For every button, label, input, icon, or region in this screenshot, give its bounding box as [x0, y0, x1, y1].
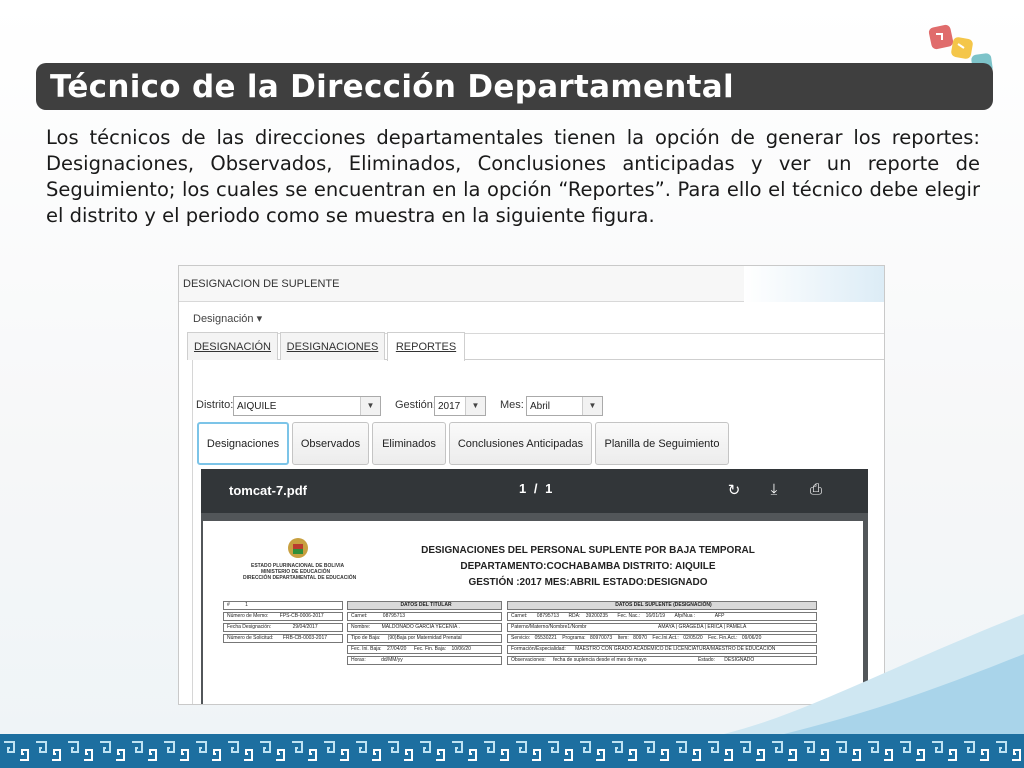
gestion-label: Gestión:: [395, 399, 436, 411]
cell-label: Fec. Nac.:: [617, 613, 641, 619]
cell-label: Fec.Ini.Act.:: [652, 635, 679, 641]
left-row-solicitud: Número de Solicitud: FRB-CB-0003-2017: [223, 634, 343, 643]
bottom-wave-decoration: [724, 614, 1024, 734]
cell-label: Paterno/Materno/Nombre1/Nombr: [511, 624, 587, 630]
cell-label: Estado:: [697, 657, 715, 663]
conclusiones-anticipadas-button[interactable]: Conclusiones Anticipadas: [449, 422, 592, 465]
eliminados-button[interactable]: Eliminados: [372, 422, 446, 465]
titular-row: Nombre: MALDONADO GARCIA YECENIA .: [347, 623, 502, 632]
cell-value: 80970: [633, 635, 648, 641]
pdf-title-2: DEPARTAMENTO:COCHABAMBA DISTRITO: AIQUIL…: [460, 561, 716, 572]
slide-title-bar: Técnico de la Dirección Departamental: [36, 63, 993, 110]
designacion-menu-button[interactable]: Designación ▾: [193, 312, 262, 325]
pattern-icon: [0, 734, 1024, 768]
cell-label: Número de Memo:: [227, 613, 269, 619]
mes-label: Mes:: [500, 399, 524, 411]
pdf-current-page: 1: [519, 481, 527, 496]
tab-reportes[interactable]: REPORTES: [387, 332, 465, 361]
tab-designacion[interactable]: DESIGNACIÓN: [187, 332, 278, 360]
mes-select[interactable]: Abril ▼: [526, 396, 603, 416]
gestion-select[interactable]: 2017 ▼: [434, 396, 486, 416]
cell-value: 08795713: [536, 613, 560, 619]
cell-value: MALDONADO GARCIA YECENIA .: [381, 624, 460, 630]
mes-value: Abril: [530, 401, 551, 412]
menu-row: Designación ▾: [187, 310, 884, 334]
pdf-page-indicator: 1 / 1: [519, 481, 552, 496]
cell-label: Horas:: [351, 657, 366, 663]
pdf-title-3: GESTIÓN :2017 MES:ABRIL ESTADO:DESIGNADO: [468, 577, 708, 588]
pdf-filename: tomcat-7.pdf: [229, 483, 307, 498]
slide-title: Técnico de la Dirección Departamental: [50, 68, 734, 105]
cell-value: fecha de suplencia desde el mes de mayo: [553, 657, 647, 663]
download-icon[interactable]: ⤓: [765, 481, 783, 499]
distrito-select[interactable]: AIQUILE ▼: [233, 396, 381, 416]
pdf-toolbar: tomcat-7.pdf 1 / 1 ↻ ⤓ ⎙: [201, 469, 868, 513]
cell-label: Número de Solicitud:: [227, 635, 274, 641]
left-row-fecha: Fecha Designación: 29/04/2017: [223, 623, 343, 632]
chevron-down-icon: ▼: [465, 397, 485, 415]
bottom-pattern-band: [0, 734, 1024, 768]
cell-label: Carnet:: [511, 613, 528, 619]
observados-button[interactable]: Observados: [292, 422, 369, 465]
cell-value: 05530221: [534, 635, 557, 641]
cell-value: (90)Baja por Maternidad Prenatal: [387, 635, 462, 641]
distrito-value: AIQUILE: [237, 401, 277, 412]
rotate-icon[interactable]: ↻: [725, 481, 743, 499]
titular-row: Fec. Ini. Baja: 27/04/20 Fec. Fin. Baja:…: [347, 645, 502, 654]
left-row-memo: Número de Memo: FPS-CB-0006-2017: [223, 612, 343, 621]
pdf-page-sep: /: [533, 481, 538, 496]
cell-value: 02/05/20: [683, 635, 703, 641]
cell-value: 1: [245, 602, 248, 608]
slide-body-text: Los técnicos de las direcciones departam…: [46, 126, 980, 227]
cell-label: Nombre:: [351, 624, 371, 630]
gestion-value: 2017: [438, 401, 461, 412]
cell-value: 29/04/2017: [292, 624, 318, 630]
cell-value: 08795713: [382, 613, 406, 619]
print-icon[interactable]: ⎙: [807, 481, 825, 499]
cell-value: 80970073: [589, 635, 613, 641]
planilla-seguimiento-button[interactable]: Planilla de Seguimiento: [595, 422, 729, 465]
tab-bar: DESIGNACIÓN DESIGNACIONES REPORTES: [187, 332, 884, 361]
pdf-title-1: DESIGNACIONES DEL PERSONAL SUPLENTE POR …: [421, 545, 755, 556]
cell-label: Fecha Designación:: [227, 624, 272, 630]
titular-row: Horas: dd/MM/yy: [347, 656, 502, 665]
cell-label: Fec. Fin. Baja:: [413, 646, 447, 652]
cell-value: FPS-CB-0006-2017: [279, 613, 324, 619]
chevron-down-icon: ▼: [360, 397, 380, 415]
titular-header: DATOS DEL TITULAR: [347, 601, 502, 610]
app-header-title: DESIGNACION DE SUPLENTE: [183, 278, 340, 290]
cell-label: Carnet:: [351, 613, 368, 619]
designaciones-button[interactable]: Designaciones: [197, 422, 289, 465]
cell-label: Item:: [617, 635, 629, 641]
cell-label: Afp/Nua :: [674, 613, 696, 619]
tab-designaciones[interactable]: DESIGNACIONES: [280, 332, 385, 360]
cell-label: Tipo de Baja:: [351, 635, 381, 641]
pdf-total-pages: 1: [545, 481, 553, 496]
cell-value: 39200235: [585, 613, 609, 619]
distrito-label: Distrito:: [196, 399, 234, 411]
header-accent: [744, 266, 884, 302]
cell-label: #: [227, 602, 230, 608]
cell-label: Formación/Especialidad:: [511, 646, 566, 652]
cell-value: FRB-CB-0003-2017: [282, 635, 327, 641]
cell-label: Servicio:: [511, 635, 531, 641]
cell-value: 16/01/19: [645, 613, 666, 619]
cell-value: dd/MM/yy: [381, 657, 403, 663]
cell-value: AFP: [714, 613, 725, 619]
cell-value: 27/04/20: [386, 646, 407, 652]
cell-label: Observaciones:: [511, 657, 546, 663]
cell-value: 10/06/20: [451, 646, 471, 652]
content-border: [192, 360, 193, 704]
suplente-header: DATOS DEL SUPLENTE (DESIGNACIÓN): [507, 601, 817, 610]
app-header: DESIGNACION DE SUPLENTE: [179, 266, 884, 302]
cell-label: RDA:: [568, 613, 581, 619]
titular-row: Carnet: 08795713: [347, 612, 502, 621]
chevron-down-icon: ▼: [582, 397, 602, 415]
cell-label: Programa:: [562, 635, 586, 641]
titular-row: Tipo de Baja: (90)Baja por Maternidad Pr…: [347, 634, 502, 643]
cell-label: Fec. Ini. Baja:: [351, 646, 382, 652]
left-row-number: # 1: [223, 601, 343, 610]
